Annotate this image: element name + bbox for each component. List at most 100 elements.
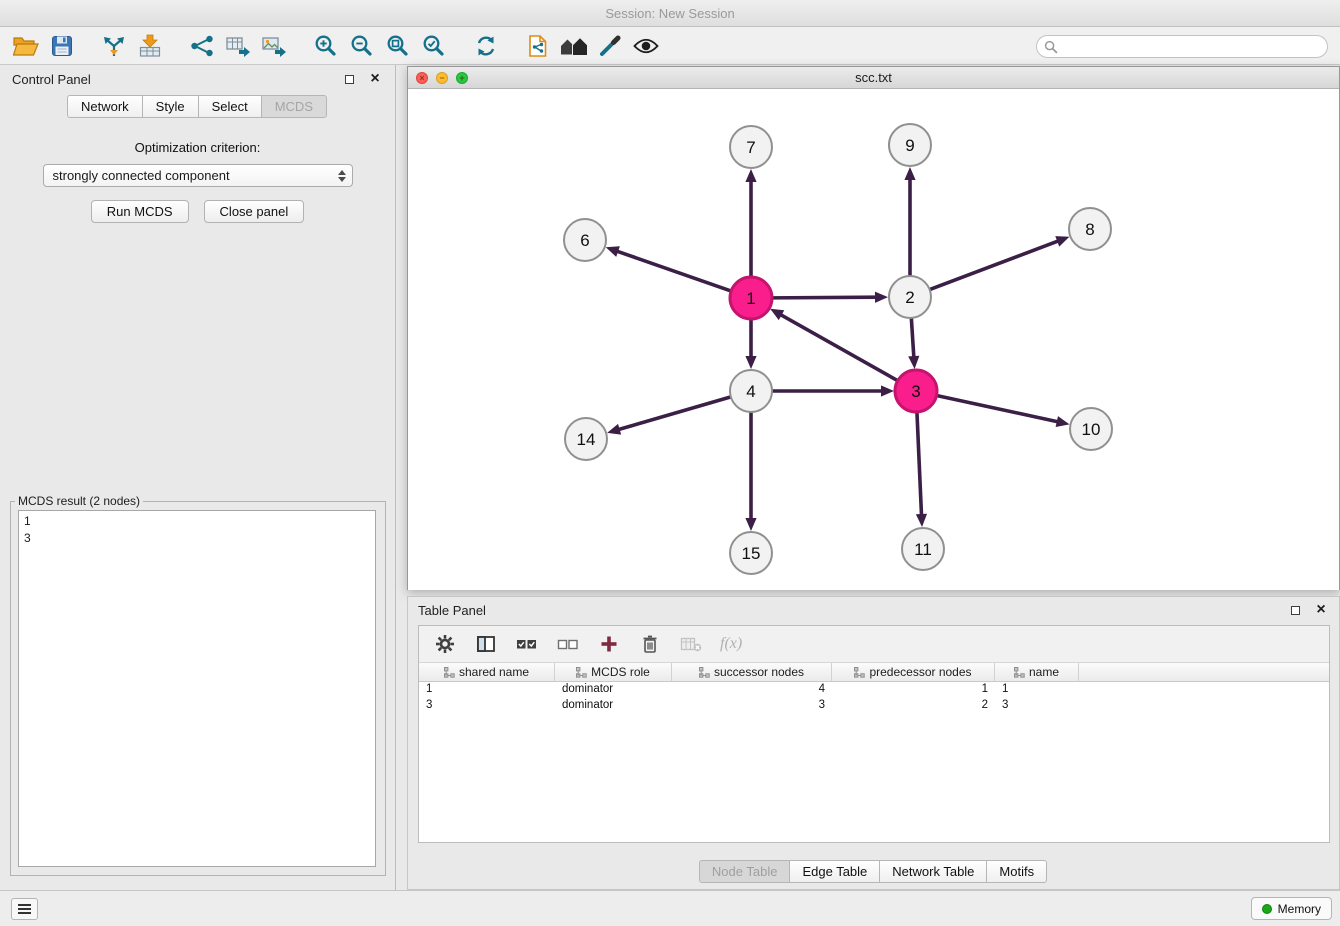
- graph-edge-4-15[interactable]: [745, 412, 756, 531]
- graph-edge-3-11[interactable]: [916, 412, 927, 527]
- tab-motifs[interactable]: Motifs: [986, 860, 1047, 883]
- svg-text:10: 10: [1082, 420, 1101, 439]
- minimize-window-button[interactable]: −: [436, 72, 448, 84]
- export-image-icon[interactable]: [256, 30, 292, 62]
- float-table-panel-icon[interactable]: [1287, 602, 1303, 618]
- float-panel-icon[interactable]: [341, 71, 357, 87]
- table-cell[interactable]: 2: [832, 698, 995, 714]
- search-input[interactable]: [1058, 37, 1327, 56]
- close-panel-icon[interactable]: ×: [367, 71, 383, 87]
- graph-node-7[interactable]: 7: [730, 126, 772, 168]
- tab-style[interactable]: Style: [142, 95, 199, 118]
- column-header-predecessor-nodes[interactable]: predecessor nodes: [832, 663, 995, 681]
- import-table-icon[interactable]: [132, 30, 168, 62]
- graph-edge-4-3[interactable]: [772, 385, 894, 396]
- svg-text:8: 8: [1085, 220, 1094, 239]
- column-header-name[interactable]: name: [995, 663, 1079, 681]
- graph-node-10[interactable]: 10: [1070, 408, 1112, 450]
- graph-edge-1-4[interactable]: [745, 319, 756, 369]
- column-header-successor-nodes[interactable]: successor nodes: [672, 663, 832, 681]
- control-panel-header: Control Panel ×: [0, 65, 395, 93]
- tab-network-table[interactable]: Network Table: [879, 860, 987, 883]
- memory-button[interactable]: Memory: [1251, 897, 1332, 920]
- clone-network-icon[interactable]: [520, 30, 556, 62]
- export-network-icon[interactable]: [184, 30, 220, 62]
- network-window-titlebar[interactable]: × − + scc.txt: [408, 67, 1339, 89]
- graph-edge-2-3[interactable]: [908, 318, 919, 369]
- close-table-panel-icon[interactable]: ×: [1313, 602, 1329, 618]
- graph-edge-3-10[interactable]: [937, 395, 1070, 427]
- zoom-selected-icon[interactable]: [416, 30, 452, 62]
- graph-node-15[interactable]: 15: [730, 532, 772, 574]
- floppy-icon: [51, 35, 73, 57]
- column-header-MCDS-role[interactable]: MCDS role: [555, 663, 672, 681]
- criterion-dropdown[interactable]: strongly connected component: [43, 164, 353, 187]
- table-cell[interactable]: 3: [995, 698, 1079, 714]
- style-wand-icon[interactable]: [592, 30, 628, 62]
- add-column-icon[interactable]: [597, 632, 621, 656]
- tab-network[interactable]: Network: [67, 95, 143, 118]
- import-network-icon[interactable]: [96, 30, 132, 62]
- table-cell[interactable]: 1: [995, 682, 1079, 698]
- tab-mcds[interactable]: MCDS: [261, 95, 327, 118]
- document-share-icon: [527, 34, 549, 58]
- deselect-all-icon[interactable]: [556, 632, 580, 656]
- hamburger-menu-button[interactable]: [11, 898, 38, 920]
- search-box[interactable]: [1036, 35, 1328, 58]
- graph-node-14[interactable]: 14: [565, 418, 607, 460]
- graph-edge-2-8[interactable]: [930, 236, 1070, 289]
- graph-node-8[interactable]: 8: [1069, 208, 1111, 250]
- column-edit-icon: [699, 667, 710, 678]
- table-panel-header: Table Panel ×: [408, 597, 1339, 623]
- graph-edge-2-9[interactable]: [904, 167, 915, 276]
- table-row[interactable]: 1dominator411: [419, 682, 1329, 698]
- table-cell[interactable]: 1: [419, 682, 555, 698]
- tab-node-table[interactable]: Node Table: [699, 860, 791, 883]
- graph-node-9[interactable]: 9: [889, 124, 931, 166]
- zoom-in-icon[interactable]: [308, 30, 344, 62]
- graph-edge-4-14[interactable]: [607, 397, 731, 435]
- select-all-icon[interactable]: [515, 632, 539, 656]
- table-tabs: Node TableEdge TableNetwork TableMotifs: [408, 860, 1339, 883]
- tab-select[interactable]: Select: [198, 95, 262, 118]
- table-cell[interactable]: 3: [672, 698, 832, 714]
- graph-edge-1-6[interactable]: [606, 246, 731, 291]
- graph-node-1[interactable]: 1: [730, 277, 772, 319]
- graph-node-4[interactable]: 4: [730, 370, 772, 412]
- graph-edge-1-7[interactable]: [745, 169, 756, 277]
- open-session-icon[interactable]: [8, 30, 44, 62]
- mcds-result-list[interactable]: 13: [18, 510, 376, 867]
- table-cell[interactable]: 3: [419, 698, 555, 714]
- show-columns-icon[interactable]: [474, 632, 498, 656]
- table-options-gear-icon[interactable]: [433, 632, 457, 656]
- table-cell[interactable]: dominator: [555, 682, 672, 698]
- double-house-icon[interactable]: [556, 30, 592, 62]
- save-session-icon[interactable]: [44, 30, 80, 62]
- graph-node-2[interactable]: 2: [889, 276, 931, 318]
- refresh-icon[interactable]: [468, 30, 504, 62]
- eye-icon[interactable]: [628, 30, 664, 62]
- export-table-icon[interactable]: [220, 30, 256, 62]
- zoom-out-icon[interactable]: [344, 30, 380, 62]
- close-panel-button[interactable]: Close panel: [204, 200, 305, 223]
- zoom-window-button[interactable]: +: [456, 72, 468, 84]
- graph-node-11[interactable]: 11: [902, 528, 944, 570]
- table-cell[interactable]: dominator: [555, 698, 672, 714]
- graph-edge-3-1[interactable]: [770, 309, 898, 381]
- table-panel-title: Table Panel: [418, 603, 486, 618]
- zoom-fit-icon[interactable]: [380, 30, 416, 62]
- table-cell[interactable]: 1: [832, 682, 995, 698]
- column-header-label: MCDS role: [591, 665, 650, 679]
- trash-icon[interactable]: [638, 632, 662, 656]
- graph-edge-1-2[interactable]: [772, 292, 888, 303]
- tab-edge-table[interactable]: Edge Table: [789, 860, 880, 883]
- column-header-shared-name[interactable]: shared name: [419, 663, 555, 681]
- network-canvas[interactable]: 7 9 6 8 1 2 4 3 14 10 15 11: [408, 89, 1339, 590]
- search-icon: [1044, 40, 1058, 54]
- close-window-button[interactable]: ×: [416, 72, 428, 84]
- table-cell[interactable]: 4: [672, 682, 832, 698]
- table-row[interactable]: 3dominator323: [419, 698, 1329, 714]
- graph-node-3[interactable]: 3: [895, 370, 937, 412]
- run-mcds-button[interactable]: Run MCDS: [91, 200, 189, 223]
- graph-node-6[interactable]: 6: [564, 219, 606, 261]
